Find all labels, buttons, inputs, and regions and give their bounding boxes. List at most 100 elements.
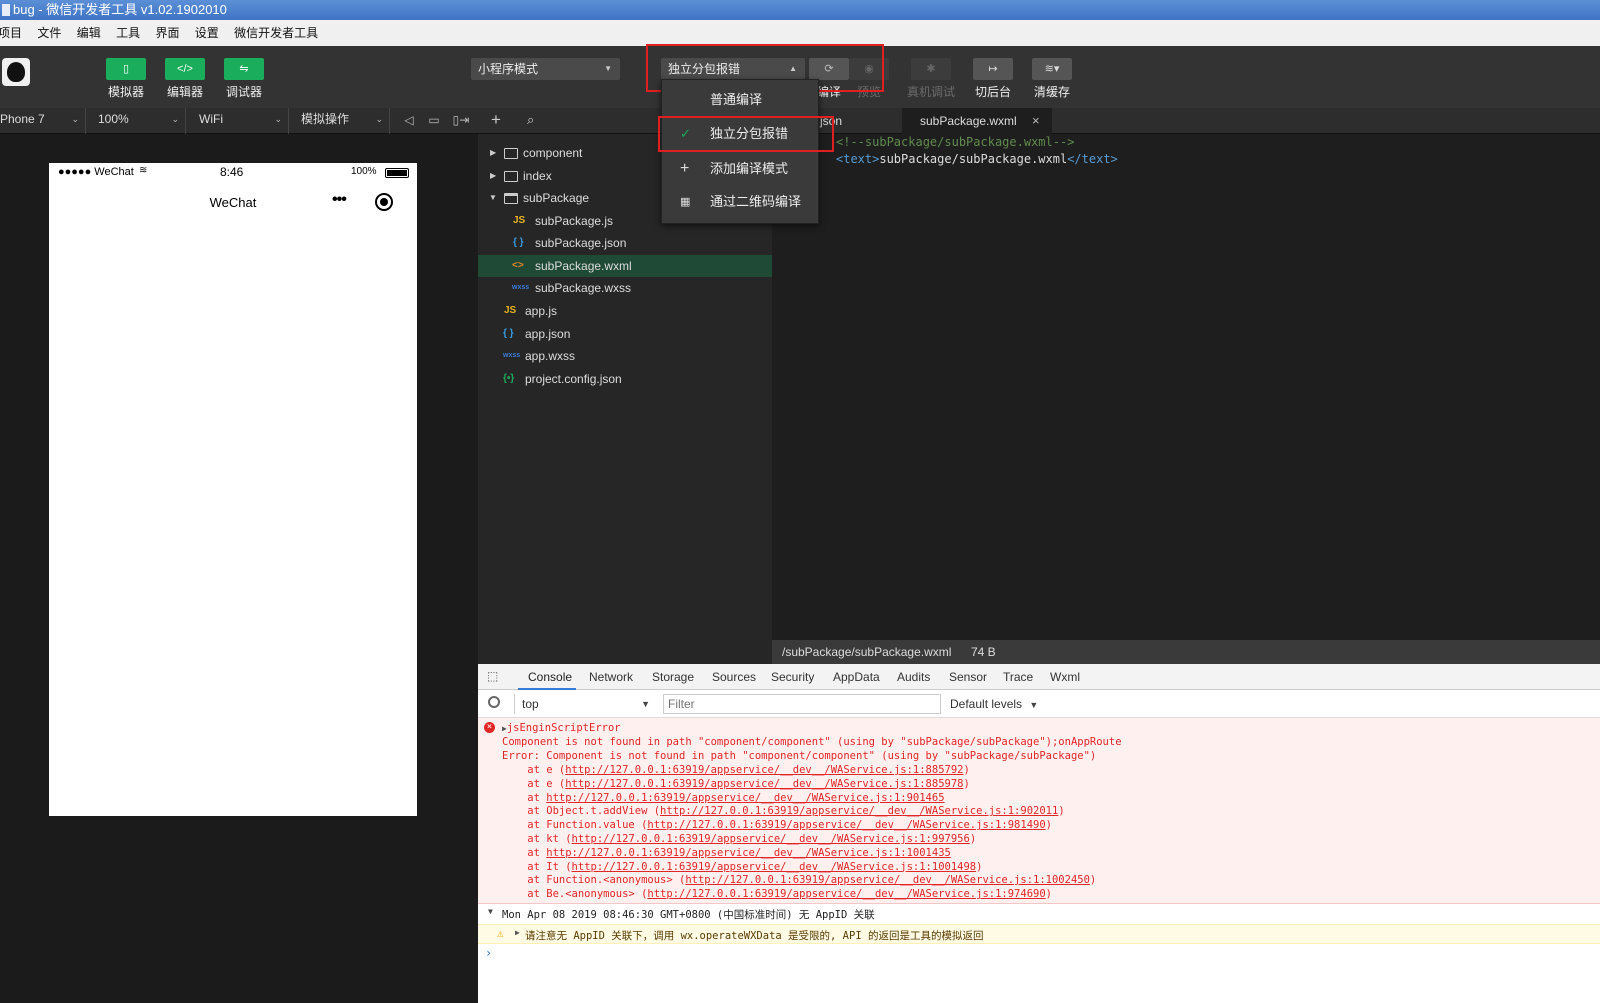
- stack-frame-link[interactable]: http://127.0.0.1:63919/appservice/__dev_…: [647, 819, 1045, 831]
- editor-button[interactable]: </> 编辑器: [165, 58, 205, 100]
- clear-console-icon[interactable]: [488, 696, 500, 708]
- tab-appdata[interactable]: AppData: [833, 664, 880, 690]
- operation-value: 模拟操作: [301, 112, 350, 126]
- window-title: bug - 微信开发者工具 v1.02.1902010: [13, 2, 227, 17]
- tree-file-project-config[interactable]: {•} project.config.json: [478, 368, 772, 390]
- stack-frame-prefix: at: [502, 846, 547, 859]
- compile-option-normal[interactable]: 普通编译: [662, 86, 820, 114]
- simulator-button[interactable]: ▯ 模拟器: [106, 58, 146, 100]
- menu-view[interactable]: 界面: [155, 20, 179, 46]
- console-error-entry: × ▶jsEnginScriptError Component is not f…: [478, 718, 1600, 904]
- error-title[interactable]: ▶jsEnginScriptError: [502, 722, 621, 734]
- tree-file-subpackage-wxss[interactable]: wxss subPackage.wxss: [478, 277, 772, 299]
- stack-frame-prefix: at Object.t.addView (: [502, 805, 661, 818]
- add-file-icon[interactable]: +: [491, 110, 501, 130]
- detach-icon[interactable]: ▯⇥: [452, 113, 470, 127]
- code-editor[interactable]: <!--subPackage/subPackage.wxml--> <text>…: [772, 134, 1600, 640]
- volume-icon[interactable]: ◁: [402, 113, 416, 127]
- error-line: Error: Component is not found in path "c…: [502, 750, 1097, 762]
- tree-file-subpackage-wxml[interactable]: <> subPackage.wxml: [478, 255, 772, 277]
- highlight-box-option: [658, 116, 834, 152]
- wifi-icon: ≋: [139, 165, 148, 176]
- add-compile-mode-option[interactable]: + 添加编译模式: [662, 155, 820, 183]
- filter-input[interactable]: [663, 694, 941, 714]
- tab-console[interactable]: Console: [518, 664, 576, 690]
- battery-label: 100%: [351, 166, 377, 177]
- tab-network[interactable]: Network: [589, 664, 633, 690]
- tree-file-app-js[interactable]: JS app.js: [478, 300, 772, 322]
- tree-item-label: subPackage.js: [535, 214, 614, 228]
- stack-frame-link[interactable]: http://127.0.0.1:63919/appservice/__dev_…: [660, 805, 1058, 817]
- network-select[interactable]: WiFi ⌄: [191, 108, 289, 134]
- stack-frame-link[interactable]: http://127.0.0.1:63919/appservice/__dev_…: [565, 778, 963, 790]
- tree-item-label: app.wxss: [525, 349, 576, 363]
- menu-project[interactable]: 项目: [0, 20, 22, 46]
- search-icon[interactable]: ⌕: [527, 112, 534, 128]
- menu-tools[interactable]: 工具: [116, 20, 140, 46]
- mode-select[interactable]: 小程序模式 ▼: [471, 58, 620, 80]
- device-select[interactable]: Phone 7 ⌄: [0, 108, 86, 134]
- debugger-label: 调试器: [225, 85, 262, 99]
- rotate-icon[interactable]: ▭: [427, 113, 441, 127]
- remote-debug-label: 真机调试: [906, 85, 955, 99]
- context-select[interactable]: top ▼: [514, 694, 650, 714]
- remote-debug-button[interactable]: ✱ 真机调试: [906, 58, 956, 100]
- tab-wxml[interactable]: Wxml: [1050, 664, 1080, 690]
- tab-subpackage-wxml[interactable]: subPackage.wxml ×: [902, 108, 1052, 134]
- tab-sensor[interactable]: Sensor: [949, 664, 987, 690]
- tree-file-subpackage-json[interactable]: { } subPackage.json: [478, 232, 772, 254]
- folder-open-icon: [504, 193, 518, 204]
- config-file-icon: {•}: [503, 373, 515, 384]
- zoom-value: 100%: [98, 112, 129, 126]
- stack-frame-link[interactable]: http://127.0.0.1:63919/appservice/__dev_…: [685, 874, 1090, 886]
- stack-frame: at Function.value (http://127.0.0.1:6391…: [502, 819, 1052, 831]
- zoom-select[interactable]: 100% ⌄: [90, 108, 186, 134]
- wxml-file-icon: <>: [512, 260, 524, 271]
- device-value: Phone 7: [0, 112, 45, 126]
- tree-file-app-json[interactable]: { } app.json: [478, 323, 772, 345]
- stack-frame-link[interactable]: http://127.0.0.1:63919/appservice/__dev_…: [647, 888, 1045, 900]
- error-icon: ×: [484, 722, 495, 733]
- avatar[interactable]: [2, 58, 30, 86]
- more-icon[interactable]: •••: [332, 191, 347, 209]
- stack-frame-link[interactable]: http://127.0.0.1:63919/appservice/__dev_…: [572, 861, 977, 873]
- menu-file[interactable]: 文件: [37, 20, 61, 46]
- operation-select[interactable]: 模拟操作 ⌄: [293, 108, 390, 134]
- tab-audits[interactable]: Audits: [897, 664, 930, 690]
- caret-down-icon: ▼: [489, 193, 497, 202]
- console-prompt-icon[interactable]: ›: [485, 946, 492, 960]
- menu-edit[interactable]: 编辑: [77, 20, 101, 46]
- chevron-down-icon: ⌄: [71, 114, 79, 124]
- close-icon[interactable]: ×: [1032, 108, 1040, 134]
- devtools-panel: ⬚ Console Network Storage Sources Securi…: [478, 664, 1600, 1003]
- js-file-icon: JS: [513, 215, 526, 226]
- stack-frame-link[interactable]: http://127.0.0.1:63919/appservice/__dev_…: [546, 792, 944, 804]
- nav-title: WeChat: [209, 195, 257, 210]
- editor-status-bar: /subPackage/subPackage.wxml 74 B: [772, 640, 1600, 664]
- stack-frame-prefix: at e (: [502, 764, 566, 776]
- levels-select[interactable]: Default levels ▼: [950, 694, 1040, 714]
- tab-label: subPackage.wxml: [920, 114, 1017, 128]
- tab-security[interactable]: Security: [771, 664, 814, 690]
- stack-frame-link[interactable]: http://127.0.0.1:63919/appservice/__dev_…: [565, 764, 963, 776]
- stack-frame: at http://127.0.0.1:63919/appservice/__d…: [502, 847, 951, 859]
- tab-trace[interactable]: Trace: [1003, 664, 1033, 690]
- console-group-header[interactable]: ▼ Mon Apr 08 2019 08:46:30 GMT+0800 (中国标…: [478, 904, 1600, 924]
- inspect-icon[interactable]: ⬚: [487, 669, 498, 683]
- clear-cache-button[interactable]: ≋▾ 清缓存: [1032, 58, 1072, 100]
- background-button[interactable]: ↦ 切后台: [973, 58, 1013, 100]
- carrier-label: ●●●●● WeChat: [58, 166, 134, 178]
- code-tag-content: subPackage/subPackage.wxml: [879, 152, 1068, 166]
- close-capsule-icon[interactable]: [375, 193, 393, 211]
- debugger-button[interactable]: ⇋ 调试器: [224, 58, 264, 100]
- tab-storage[interactable]: Storage: [652, 664, 694, 690]
- menu-devtools[interactable]: 微信开发者工具: [234, 20, 318, 46]
- stack-frame-link[interactable]: http://127.0.0.1:63919/appservice/__dev_…: [546, 847, 951, 859]
- tree-item-label: app.js: [525, 304, 558, 318]
- qrcode-compile-option[interactable]: ▦ 通过二维码编译: [662, 188, 820, 216]
- caret-right-icon: ▶: [490, 148, 497, 157]
- tree-file-app-wxss[interactable]: wxss app.wxss: [478, 345, 772, 367]
- menu-settings[interactable]: 设置: [195, 20, 219, 46]
- stack-frame-link[interactable]: http://127.0.0.1:63919/appservice/__dev_…: [572, 833, 970, 845]
- tab-sources[interactable]: Sources: [712, 664, 756, 690]
